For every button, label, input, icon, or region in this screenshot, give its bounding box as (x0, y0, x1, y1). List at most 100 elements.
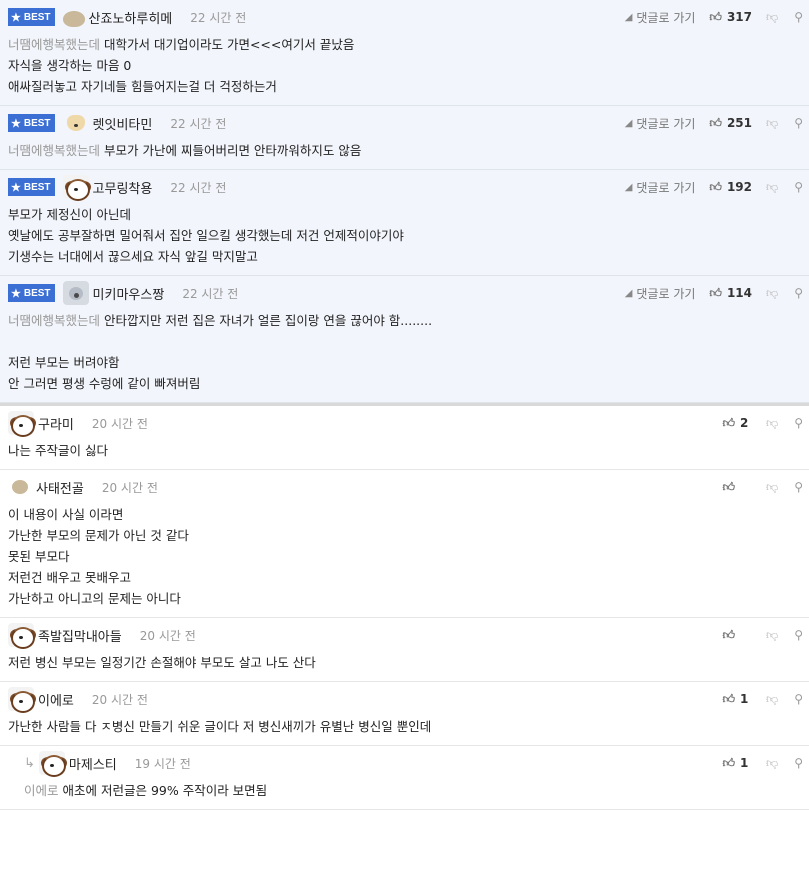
thumbs-down-icon[interactable]: 👎︎ (766, 180, 778, 195)
like-button[interactable]: 👍︎ 251 (709, 116, 752, 131)
like-button[interactable]: 👍︎ 114 (709, 286, 752, 301)
thumbs-down-icon[interactable]: 👎︎ (766, 10, 778, 25)
thumbs-up-icon: 👍︎ (722, 479, 736, 494)
avatar[interactable] (38, 751, 66, 777)
like-button[interactable]: 👍︎ 2 (722, 416, 752, 431)
link-icon[interactable]: ⚲ (794, 628, 803, 642)
link-icon[interactable]: ⚲ (794, 10, 803, 24)
thumbs-down-icon[interactable]: 👎︎ (766, 756, 778, 771)
comment-line: 이에로 애초에 저런글은 99% 주작이라 보면됨 (24, 780, 801, 801)
comment-actions: ◢ 댓글로 가기 👍︎ 192 👎︎ ⚲ (625, 170, 803, 204)
like-button[interactable]: 👍︎ 317 (709, 10, 752, 25)
comment-actions: ◢ 댓글로 가기 👍︎ 251 👎︎ ⚲ (625, 106, 803, 140)
avatar[interactable] (8, 623, 35, 649)
best-badge: ★ BEST (8, 178, 55, 196)
comment: 구라미 20 시간 전 👍︎ 2 👎︎ ⚲ 나는 주작글이 싫다 (0, 406, 809, 470)
go-to-reply-label: 댓글로 가기 (636, 10, 696, 25)
reply-reference[interactable]: 너땜에행복했는데 (8, 143, 100, 158)
reply-reference[interactable]: 이에로 (24, 783, 59, 798)
thumbs-up-icon: 👍︎ (709, 179, 722, 194)
comment-line: 저런건 배우고 못배우고 (8, 567, 801, 588)
comment-line: 애싸질러놓고 자기네들 힘들어지는걸 더 걱정하는거 (8, 76, 801, 97)
nickname[interactable]: 족발집막내아들 (38, 626, 122, 645)
go-to-reply-label: 댓글로 가기 (636, 116, 696, 131)
avatar[interactable] (63, 111, 89, 135)
nickname[interactable]: 마제스티 (69, 754, 117, 773)
thumbs-down-icon[interactable]: 👎︎ (766, 628, 778, 643)
comment-text: 안 그러면 평생 수렁에 같이 빠져버림 (8, 376, 201, 391)
nickname[interactable]: 이에로 (38, 690, 74, 709)
comment-line (8, 331, 801, 352)
comment-header: 구라미 20 시간 전 👍︎ 2 👎︎ ⚲ (0, 406, 809, 440)
comment-text: 저런건 배우고 못배우고 (8, 570, 131, 585)
nickname[interactable]: 미키마우스짱 (93, 284, 165, 303)
comment-line: 너땜에행복했는데 안타깝지만 저런 집은 자녀가 얼른 집이랑 연을 끊어야 함… (8, 310, 801, 331)
go-to-reply-link[interactable]: ◢ 댓글로 가기 (625, 179, 696, 196)
thumbs-down-icon[interactable]: 👎︎ (766, 480, 778, 495)
paper-plane-icon: ◢ (624, 117, 633, 129)
link-icon[interactable]: ⚲ (794, 416, 803, 430)
like-button[interactable]: 👍︎ (722, 480, 752, 495)
comment-header: ↳ 마제스티 19 시간 전 👍︎ 1 👎︎ ⚲ (0, 746, 809, 780)
comment-header: ★ BEST 렛잇비타민 22 시간 전 ◢ 댓글로 가기 👍︎ 251 👎︎ ⚲ (0, 106, 809, 140)
link-icon[interactable]: ⚲ (794, 692, 803, 706)
timestamp: 22 시간 전 (170, 180, 227, 195)
thumbs-down-icon[interactable]: 👎︎ (766, 416, 778, 431)
nickname[interactable]: 구라미 (38, 414, 74, 433)
nickname[interactable]: 렛잇비타민 (93, 114, 153, 133)
comment-actions: ◢ 댓글로 가기 👍︎ 317 👎︎ ⚲ (625, 0, 803, 34)
link-icon[interactable]: ⚲ (794, 286, 803, 300)
comment-body: 부모가 제정신이 아닌데 옛날에도 공부잘하면 밀어줘서 집안 일으킬 생각했는데… (0, 204, 809, 275)
reply-reference[interactable]: 너땜에행복했는데 (8, 37, 100, 52)
nickname[interactable]: 고무링착용 (93, 178, 153, 197)
best-badge: ★ BEST (8, 284, 55, 302)
paper-plane-icon: ◢ (624, 11, 633, 23)
link-icon[interactable]: ⚲ (794, 116, 803, 130)
go-to-reply-link[interactable]: ◢ 댓글로 가기 (625, 9, 696, 26)
best-comment: ★ BEST 산죠노하루히메 22 시간 전 ◢ 댓글로 가기 👍︎ 317 👎︎ ⚲ 너땜에행복했… (0, 0, 809, 106)
comment-text: 부모가 가난에 찌들어버리면 안타까워하지도 않음 (104, 143, 362, 158)
comment-body: 너땜에행복했는데 안타깝지만 저런 집은 자녀가 얼른 집이랑 연을 끊어야 함… (0, 310, 809, 402)
nickname[interactable]: 산죠노하루히메 (89, 8, 173, 27)
best-badge: ★ BEST (8, 8, 55, 26)
comment-header: ★ BEST 고무링착용 22 시간 전 ◢ 댓글로 가기 👍︎ 192 👎︎ ⚲ (0, 170, 809, 204)
comment-line: 너땜에행복했는데 부모가 가난에 찌들어버리면 안타까워하지도 않음 (8, 140, 801, 161)
go-to-reply-link[interactable]: ◢ 댓글로 가기 (625, 285, 696, 302)
avatar[interactable] (8, 687, 35, 713)
avatar[interactable] (8, 411, 35, 437)
comment-line: 못된 부모다 (8, 546, 801, 567)
like-button[interactable]: 👍︎ 1 (722, 756, 752, 771)
link-icon[interactable]: ⚲ (794, 756, 803, 770)
comment-line: 가난한 사람들 다 ㅈ병신 만들기 쉬운 글이다 저 병신새끼가 유별난 병신일… (8, 716, 801, 737)
reply-reference[interactable]: 너땜에행복했는데 (8, 313, 100, 328)
like-count: 2 (740, 416, 749, 430)
nickname[interactable]: 사태전골 (36, 478, 84, 497)
avatar[interactable] (62, 175, 90, 201)
link-icon[interactable]: ⚲ (794, 180, 803, 194)
comment-text: 옛날에도 공부잘하면 밀어줘서 집안 일으킬 생각했는데 저건 언제적이야기야 (8, 228, 404, 243)
comment-body: 너땜에행복했는데 대학가서 대기업이라도 가면<<<여기서 끝났음 자식을 생각하… (0, 34, 809, 105)
comment-body: 가난한 사람들 다 ㅈ병신 만들기 쉬운 글이다 저 병신새끼가 유별난 병신일… (0, 716, 809, 745)
comment-body: 저런 병신 부모는 일정기간 손절해야 부모도 살고 나도 산다 (0, 652, 809, 681)
thumbs-down-icon[interactable]: 👎︎ (766, 286, 778, 301)
avatar[interactable] (62, 281, 89, 305)
avatar[interactable] (62, 10, 85, 27)
comment: 이에로 20 시간 전 👍︎ 1 👎︎ ⚲ 가난한 사람들 다 ㅈ병신 만들기 쉬운 글이다… (0, 682, 809, 746)
comment-header: 족발집막내아들 20 시간 전 👍︎ 👎︎ ⚲ (0, 618, 809, 652)
comment-text: 저런 부모는 버려야함 (8, 355, 120, 370)
comment-header: ★ BEST 산죠노하루히메 22 시간 전 ◢ 댓글로 가기 👍︎ 317 👎︎ ⚲ (0, 0, 809, 34)
link-icon[interactable]: ⚲ (794, 480, 803, 494)
thumbs-down-icon[interactable]: 👎︎ (766, 116, 778, 131)
like-button[interactable]: 👍︎ 192 (709, 180, 752, 195)
go-to-reply-link[interactable]: ◢ 댓글로 가기 (625, 115, 696, 132)
like-button[interactable]: 👍︎ (722, 628, 752, 643)
comment-text: 자식을 생각하는 마음 0 (8, 58, 132, 73)
paper-plane-icon: ◢ (624, 181, 633, 193)
like-button[interactable]: 👍︎ 1 (722, 692, 752, 707)
avatar[interactable] (12, 480, 28, 494)
like-count: 192 (726, 180, 753, 194)
thumbs-down-icon[interactable]: 👎︎ (766, 692, 778, 707)
comment-line: 이 내용이 사실 이라면 (8, 504, 801, 525)
comment-actions: 👍︎ 👎︎ ⚲ (722, 470, 803, 504)
comment: 족발집막내아들 20 시간 전 👍︎ 👎︎ ⚲ 저런 병신 부모는 일정기간 손절해야 부… (0, 618, 809, 682)
